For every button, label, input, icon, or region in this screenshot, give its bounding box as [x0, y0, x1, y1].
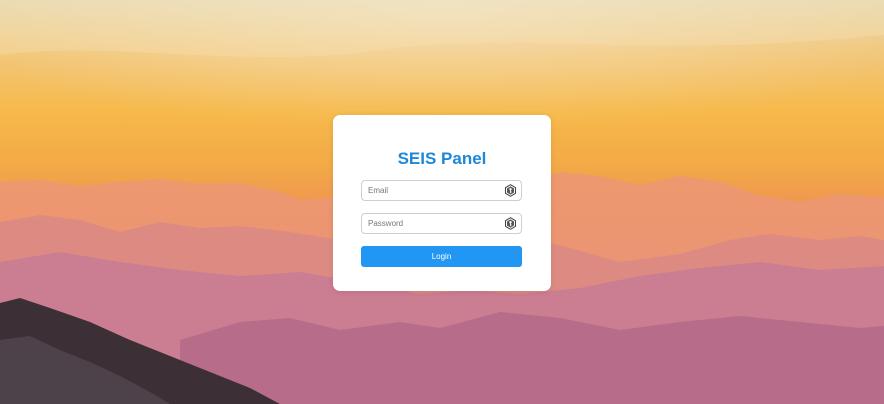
- login-page: SEIS Panel Login: [0, 0, 884, 404]
- password-field[interactable]: [361, 213, 522, 234]
- password-input[interactable]: [362, 214, 521, 233]
- key-icon: [504, 217, 517, 230]
- login-card: SEIS Panel Login: [333, 115, 551, 291]
- panel-title: SEIS Panel: [397, 149, 487, 168]
- email-field[interactable]: [361, 180, 522, 201]
- key-icon: [504, 184, 517, 197]
- email-input[interactable]: [362, 181, 521, 200]
- login-button[interactable]: Login: [361, 246, 522, 267]
